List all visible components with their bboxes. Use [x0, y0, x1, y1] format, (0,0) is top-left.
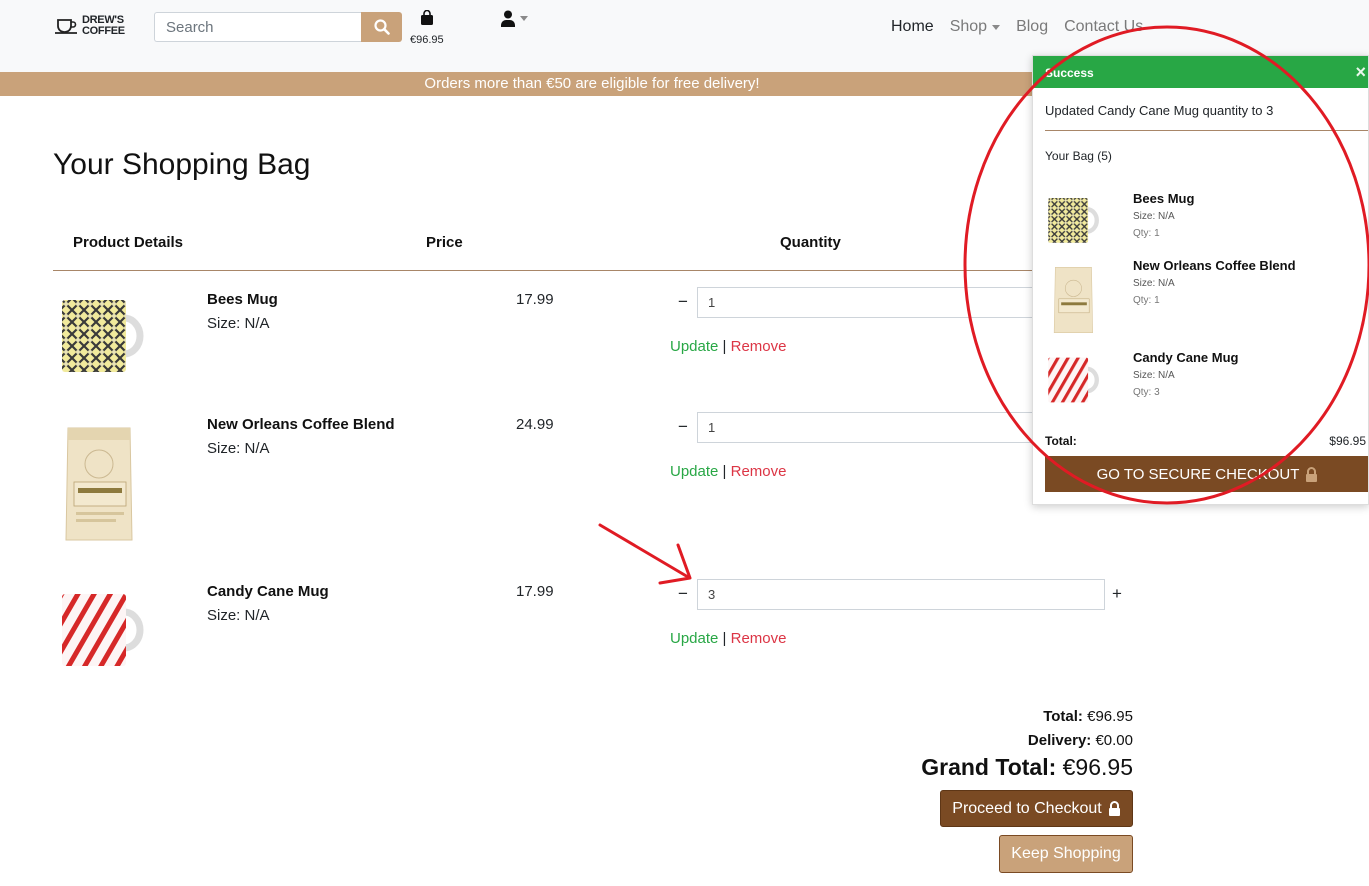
bag-total-line: Total: €96.95 [1043, 708, 1133, 725]
item-size: Size: N/A [207, 315, 270, 332]
toast-item-qty: Qty: 1 [1133, 295, 1160, 306]
toast-item-name: Candy Cane Mug [1133, 350, 1239, 365]
toast-message: Updated Candy Cane Mug quantity to 3 [1045, 103, 1274, 118]
lock-icon [1306, 466, 1318, 482]
bees-mug-thumb [1048, 197, 1099, 243]
delivery-label: Delivery: [1027, 732, 1092, 749]
separator: | [722, 630, 727, 647]
increment-button[interactable]: + [1112, 584, 1122, 604]
nav-contact[interactable]: Contact Us [1064, 18, 1143, 36]
item-size: Size: N/A [207, 607, 270, 624]
remove-link[interactable]: Remove [731, 463, 787, 480]
item-price: 24.99 [516, 416, 554, 433]
secure-checkout-label: GO TO SECURE CHECKOUT [1096, 465, 1300, 483]
update-link[interactable]: Update [670, 338, 718, 355]
coffee-cup-icon [55, 19, 77, 34]
item-name[interactable]: Candy Cane Mug [207, 583, 329, 600]
shopping-bag-link[interactable]: €96.95 [410, 9, 444, 46]
toast-item-qty: Qty: 1 [1133, 228, 1160, 239]
bees-mug-image [62, 300, 144, 372]
toast-item-size: Size: N/A [1133, 370, 1175, 381]
toast-item-name: Bees Mug [1133, 191, 1195, 206]
annotation-arrowhead [658, 543, 692, 585]
lock-icon [1108, 801, 1120, 816]
user-icon [501, 10, 515, 27]
success-toast: Success × Updated Candy Cane Mug quantit… [1032, 55, 1369, 505]
shopping-bag-icon [420, 9, 433, 25]
secure-checkout-button[interactable]: GO TO SECURE CHECKOUT [1045, 456, 1368, 492]
grand-total-line: Grand Total: €96.95 [921, 754, 1133, 781]
update-link[interactable]: Update [670, 630, 718, 647]
bag-total: €96.95 [410, 34, 444, 46]
candy-cane-mug-image [62, 594, 144, 666]
new-orleans-coffee-thumb [1053, 267, 1093, 333]
toast-total-value: $96.95 [1329, 434, 1366, 448]
close-icon[interactable]: × [1355, 62, 1366, 83]
item-price: 17.99 [516, 291, 554, 308]
main-nav: Home Shop Blog Contact Us [891, 18, 1143, 36]
item-name[interactable]: Bees Mug [207, 291, 278, 308]
separator: | [722, 463, 727, 480]
delivery-line: Delivery: €0.00 [1028, 732, 1133, 749]
chevron-down-icon [992, 24, 1001, 30]
checkout-label: Proceed to Checkout [952, 799, 1102, 817]
toast-header: Success × [1033, 56, 1368, 88]
annotation-arrow [598, 523, 690, 579]
row-actions: Update | Remove [670, 630, 786, 647]
toast-total-label: Total: [1045, 434, 1077, 448]
nav-home[interactable]: Home [891, 18, 934, 36]
decrement-button[interactable]: − [678, 417, 688, 437]
toast-item-size: Size: N/A [1133, 278, 1175, 289]
total-value: €96.95 [1087, 708, 1133, 725]
header-quantity: Quantity [780, 234, 841, 251]
row-actions: Update | Remove [670, 463, 786, 480]
logo-line-2: COFFEE [82, 25, 125, 37]
item-name[interactable]: New Orleans Coffee Blend [207, 416, 395, 433]
toast-item-name: New Orleans Coffee Blend [1133, 258, 1296, 273]
toast-item-qty: Qty: 3 [1133, 387, 1160, 398]
delivery-value: €0.00 [1095, 732, 1133, 749]
nav-blog[interactable]: Blog [1016, 18, 1048, 36]
nav-shop-label: Shop [949, 18, 988, 35]
row-actions: Update | Remove [670, 338, 786, 355]
search-input[interactable] [154, 12, 361, 42]
keep-shopping-button[interactable]: Keep Shopping [999, 835, 1133, 873]
remove-link[interactable]: Remove [731, 630, 787, 647]
toast-item-size: Size: N/A [1133, 211, 1175, 222]
page-title: Your Shopping Bag [53, 148, 311, 181]
header-product: Product Details [73, 234, 184, 251]
table-divider [53, 270, 1133, 271]
update-link[interactable]: Update [670, 463, 718, 480]
decrement-button[interactable]: − [678, 292, 688, 312]
search-button[interactable] [361, 12, 402, 42]
header-price: Price [426, 234, 463, 251]
chevron-down-icon [520, 16, 528, 21]
item-price: 17.99 [516, 583, 554, 600]
quantity-input[interactable]: 3 [697, 579, 1105, 610]
remove-link[interactable]: Remove [731, 338, 787, 355]
candy-cane-mug-thumb [1048, 357, 1099, 403]
grand-total-value: €96.95 [1062, 754, 1133, 780]
separator: | [722, 338, 727, 355]
search-icon [373, 19, 390, 35]
proceed-to-checkout-button[interactable]: Proceed to Checkout [940, 790, 1133, 827]
nav-shop[interactable]: Shop [949, 18, 1001, 36]
new-orleans-coffee-image [65, 427, 133, 541]
grand-total-label: Grand Total: [921, 754, 1057, 780]
total-label: Total: [1043, 708, 1083, 725]
site-logo[interactable]: DREW'S COFFEE [54, 15, 125, 37]
toast-bag-count: Your Bag (5) [1045, 149, 1112, 163]
search-form [154, 12, 402, 42]
toast-title: Success [1045, 66, 1094, 80]
decrement-button[interactable]: − [678, 584, 688, 604]
item-size: Size: N/A [207, 440, 270, 457]
account-dropdown[interactable] [500, 10, 528, 27]
